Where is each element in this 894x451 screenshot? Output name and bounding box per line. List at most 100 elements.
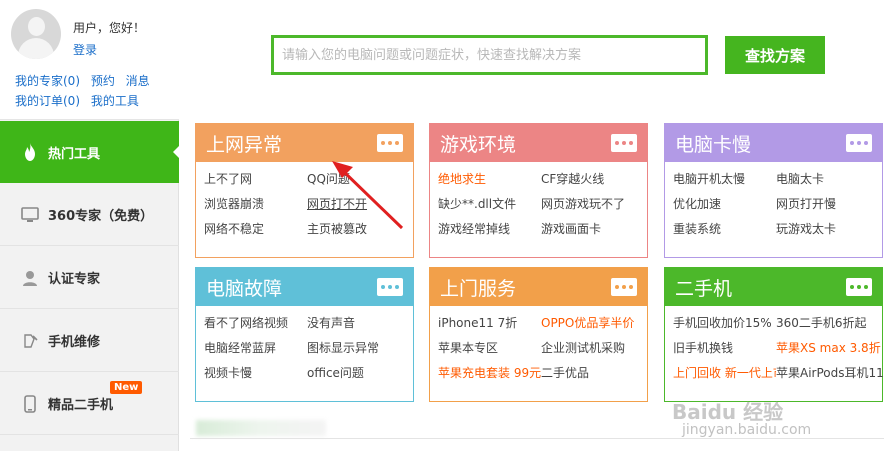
card-links: 电脑开机太慢 电脑太卡 优化加速 网页打开慢 重装系统 玩游戏太卡: [665, 162, 882, 238]
card-link[interactable]: 苹果AirPods耳机11: [776, 364, 884, 382]
nav-item-certified-expert[interactable]: 认证专家: [0, 247, 179, 309]
category-card: 上网异常上不了网 QQ问题 浏览器崩溃 网页打不开 网络不稳定 主页被篡改: [195, 123, 414, 258]
new-badge: New: [110, 381, 143, 394]
category-card: 上门服务 iPhone11 7折 OPPO优品享半价 苹果本专区 企业测试机采购 苹果充电…: [429, 267, 648, 402]
flame-icon: [20, 142, 40, 162]
card-links: 绝地求生 CF穿越火线 缺少**.dll文件 网页游戏玩不了 游戏经常掉线 游戏画面卡: [430, 162, 647, 238]
card-link[interactable]: 旧手机换钱: [673, 339, 776, 357]
user-links-row1: 我的专家(0) 预约 消息: [15, 72, 157, 89]
divider: [190, 438, 884, 439]
card-link[interactable]: 重装系统: [673, 220, 776, 238]
card-title[interactable]: 二手机: [675, 274, 732, 301]
card-link[interactable]: office问题: [307, 364, 415, 382]
card-link[interactable]: 苹果本专区: [438, 339, 541, 357]
card-link[interactable]: 企业测试机采购: [541, 339, 649, 357]
nav-item-phone-repair[interactable]: 手机维修: [0, 310, 179, 372]
card-link[interactable]: 视频卡慢: [204, 364, 307, 382]
card-link[interactable]: CF穿越火线: [541, 170, 649, 188]
card-header: 二手机: [665, 268, 882, 306]
watermark-logo: Baidu 经验: [672, 400, 784, 424]
nav-item-hot-tools[interactable]: 热门工具: [0, 121, 180, 183]
appointment-link[interactable]: 预约: [91, 74, 115, 88]
card-title[interactable]: 游戏环境: [440, 130, 516, 157]
nav-label: 精品二手机: [48, 398, 114, 413]
card-link[interactable]: 图标显示异常: [307, 339, 415, 357]
user-panel: 用户，您好！ 登录 我的专家(0) 预约 消息 我的订单(0) 我的工具: [0, 0, 179, 120]
card-link[interactable]: 游戏经常掉线: [438, 220, 541, 238]
user-links-row2: 我的订单(0) 我的工具: [15, 92, 146, 109]
search-input[interactable]: [274, 38, 705, 72]
card-links: iPhone11 7折 OPPO优品享半价 苹果本专区 企业测试机采购 苹果充电套装 9…: [430, 306, 647, 382]
my-tools-link[interactable]: 我的工具: [91, 94, 139, 108]
category-card: 游戏环境绝地求生 CF穿越火线 缺少**.dll文件 网页游戏玩不了 游戏经常掉线 游戏画…: [429, 123, 648, 258]
search-button[interactable]: 查找方案: [725, 36, 825, 74]
more-icon[interactable]: [846, 278, 872, 296]
sidebar: 用户，您好！ 登录 我的专家(0) 预约 消息 我的订单(0) 我的工具 热门工…: [0, 0, 180, 451]
wrench-icon: [20, 331, 40, 351]
card-title[interactable]: 上网异常: [206, 130, 282, 157]
nav-label: 认证专家: [48, 272, 101, 287]
card-title[interactable]: 电脑卡慢: [675, 130, 751, 157]
card-link[interactable]: 网页打开慢: [776, 195, 884, 213]
card-link[interactable]: 上不了网: [204, 170, 307, 188]
category-card: 电脑卡慢电脑开机太慢 电脑太卡 优化加速 网页打开慢 重装系统 玩游戏太卡: [664, 123, 883, 258]
card-link[interactable]: QQ问题: [307, 170, 415, 188]
card-link[interactable]: 玩游戏太卡: [776, 220, 884, 238]
card-link[interactable]: 浏览器崩溃: [204, 195, 307, 213]
card-link[interactable]: 网页打不开: [307, 195, 415, 213]
card-link[interactable]: 游戏画面卡: [541, 220, 649, 238]
card-link[interactable]: 网络不稳定: [204, 220, 307, 238]
card-link[interactable]: 电脑开机太慢: [673, 170, 776, 188]
card-title[interactable]: 电脑故障: [206, 274, 282, 301]
card-link[interactable]: 360二手机6折起: [776, 314, 884, 332]
more-icon[interactable]: [611, 278, 637, 296]
category-card: 二手机手机回收加价15% 360二手机6折起 旧手机换钱 苹果XS max 3.8折上…: [664, 267, 884, 402]
person-icon: [20, 268, 40, 288]
search-box: [271, 35, 708, 75]
watermark-url: jingyan.baidu.com: [682, 422, 812, 438]
card-link[interactable]: 手机回收加价15%: [673, 314, 776, 332]
card-title[interactable]: 上门服务: [440, 274, 516, 301]
card-link[interactable]: 电脑经常蓝屏: [204, 339, 307, 357]
nav-item-360-expert[interactable]: 360专家（免费）: [0, 184, 179, 246]
card-header: 电脑卡慢: [665, 124, 882, 162]
card-header: 电脑故障: [196, 268, 413, 306]
nav-label: 手机维修: [48, 335, 101, 350]
nav-item-used-phones[interactable]: 精品二手机 New: [0, 373, 179, 435]
phone-icon: [20, 394, 40, 414]
card-link[interactable]: 缺少**.dll文件: [438, 195, 541, 213]
card-link[interactable]: 苹果XS max 3.8折: [776, 339, 884, 357]
card-link[interactable]: 电脑太卡: [776, 170, 884, 188]
login-link[interactable]: 登录: [73, 41, 97, 58]
monitor-icon: [20, 205, 40, 225]
card-links: 手机回收加价15% 360二手机6折起 旧手机换钱 苹果XS max 3.8折 上门回收…: [665, 306, 884, 382]
card-header: 游戏环境: [430, 124, 647, 162]
card-header: 上门服务: [430, 268, 647, 306]
card-header: 上网异常: [196, 124, 413, 162]
greeting-text: 用户，您好！: [73, 21, 146, 35]
my-experts-link[interactable]: 我的专家(0): [15, 74, 80, 88]
nav-label: 热门工具: [48, 146, 101, 162]
card-link[interactable]: 网页游戏玩不了: [541, 195, 649, 213]
card-links: 看不了网络视频 没有声音 电脑经常蓝屏 图标显示异常 视频卡慢 office问题: [196, 306, 413, 382]
card-link[interactable]: OPPO优品享半价: [541, 314, 649, 332]
more-icon[interactable]: [611, 134, 637, 152]
card-link[interactable]: 二手优品: [541, 364, 649, 382]
card-link[interactable]: 看不了网络视频: [204, 314, 307, 332]
card-link[interactable]: 上门回收 新一代上市: [673, 364, 776, 382]
more-icon[interactable]: [377, 134, 403, 152]
messages-link[interactable]: 消息: [126, 74, 150, 88]
category-card: 电脑故障看不了网络视频 没有声音 电脑经常蓝屏 图标显示异常 视频卡慢 office问题: [195, 267, 414, 402]
my-orders-link[interactable]: 我的订单(0): [15, 94, 80, 108]
card-link[interactable]: iPhone11 7折: [438, 314, 541, 332]
more-icon[interactable]: [377, 278, 403, 296]
card-links: 上不了网 QQ问题 浏览器崩溃 网页打不开 网络不稳定 主页被篡改: [196, 162, 413, 238]
card-link[interactable]: 苹果充电套装 99元: [438, 364, 541, 382]
nav-label: 360专家（免费）: [48, 209, 154, 224]
card-link[interactable]: 优化加速: [673, 195, 776, 213]
card-link[interactable]: 绝地求生: [438, 170, 541, 188]
card-link[interactable]: 主页被篡改: [307, 220, 415, 238]
avatar[interactable]: [11, 9, 61, 59]
card-link[interactable]: 没有声音: [307, 314, 415, 332]
more-icon[interactable]: [846, 134, 872, 152]
